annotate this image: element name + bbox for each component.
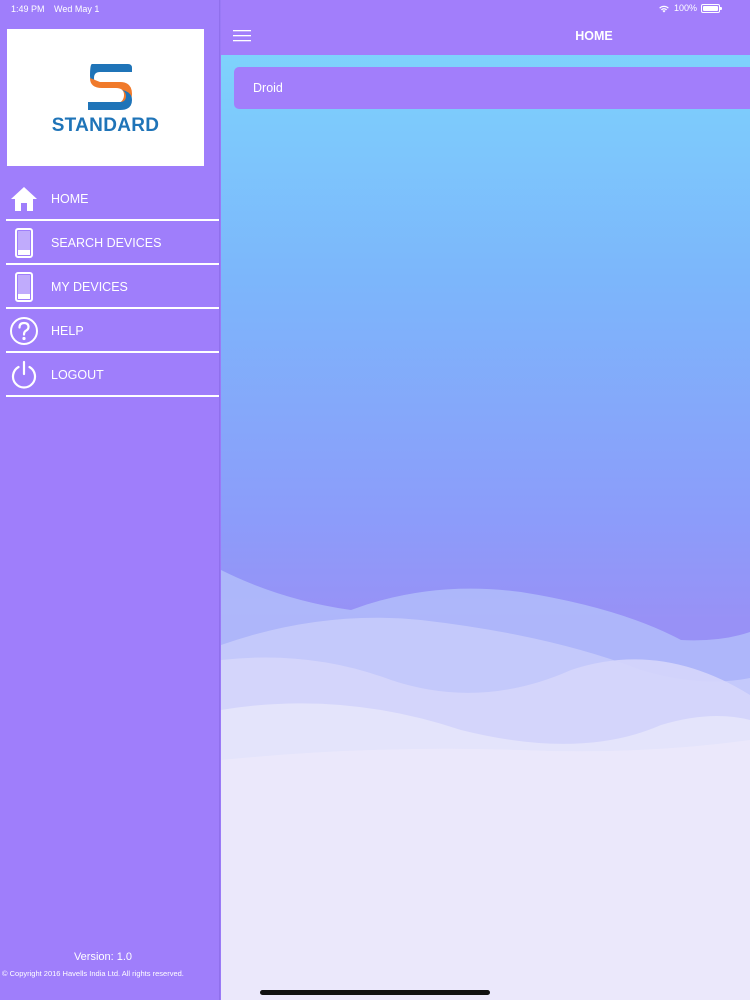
logo: STANDARD bbox=[7, 29, 204, 166]
home-indicator bbox=[260, 990, 490, 995]
wifi-icon bbox=[659, 5, 669, 12]
sidebar-nav: HOME SEARCH DEVICES MY DEVICES HELP LOGO… bbox=[0, 177, 219, 397]
sidebar-item-label: HELP bbox=[51, 324, 84, 338]
status-bar: 1:49 PM Wed May 1 100% bbox=[0, 0, 750, 18]
sidebar-item-label: MY DEVICES bbox=[51, 280, 128, 294]
wave-background bbox=[221, 570, 750, 1000]
sidebar-item-home[interactable]: HOME bbox=[6, 177, 219, 221]
status-right: 100% bbox=[658, 3, 722, 13]
device-icon bbox=[15, 228, 33, 258]
home-icon bbox=[11, 187, 37, 211]
page-title: HOME bbox=[575, 29, 613, 43]
device-name: Droid bbox=[253, 81, 283, 95]
logo-text: STANDARD bbox=[51, 115, 160, 136]
sidebar-item-label: HOME bbox=[51, 192, 89, 206]
sidebar-item-my-devices[interactable]: MY DEVICES bbox=[6, 265, 219, 309]
main-content: HOME Droid bbox=[221, 0, 750, 1000]
status-date: Wed May 1 bbox=[54, 4, 100, 14]
sidebar-item-logout[interactable]: LOGOUT bbox=[6, 353, 219, 397]
copyright-text: © Copyright 2016 Havells India Ltd. All … bbox=[2, 969, 184, 978]
power-icon bbox=[11, 360, 37, 389]
sidebar-item-label: LOGOUT bbox=[51, 368, 104, 382]
help-icon bbox=[10, 317, 38, 345]
sidebar-item-label: SEARCH DEVICES bbox=[51, 236, 162, 250]
device-card[interactable]: Droid bbox=[234, 67, 750, 109]
sidebar-item-help[interactable]: HELP bbox=[6, 309, 219, 353]
device-icon bbox=[15, 272, 33, 302]
battery-icon bbox=[701, 3, 722, 13]
sidebar-item-search-devices[interactable]: SEARCH DEVICES bbox=[6, 221, 219, 265]
standard-logo-icon bbox=[88, 64, 132, 110]
sidebar: STANDARD HOME SEARCH DEVICES MY DEVICES bbox=[0, 0, 221, 1000]
status-time: 1:49 PM bbox=[11, 4, 45, 14]
battery-percent: 100% bbox=[673, 3, 697, 13]
app-version: Version: 1.0 bbox=[73, 951, 133, 963]
